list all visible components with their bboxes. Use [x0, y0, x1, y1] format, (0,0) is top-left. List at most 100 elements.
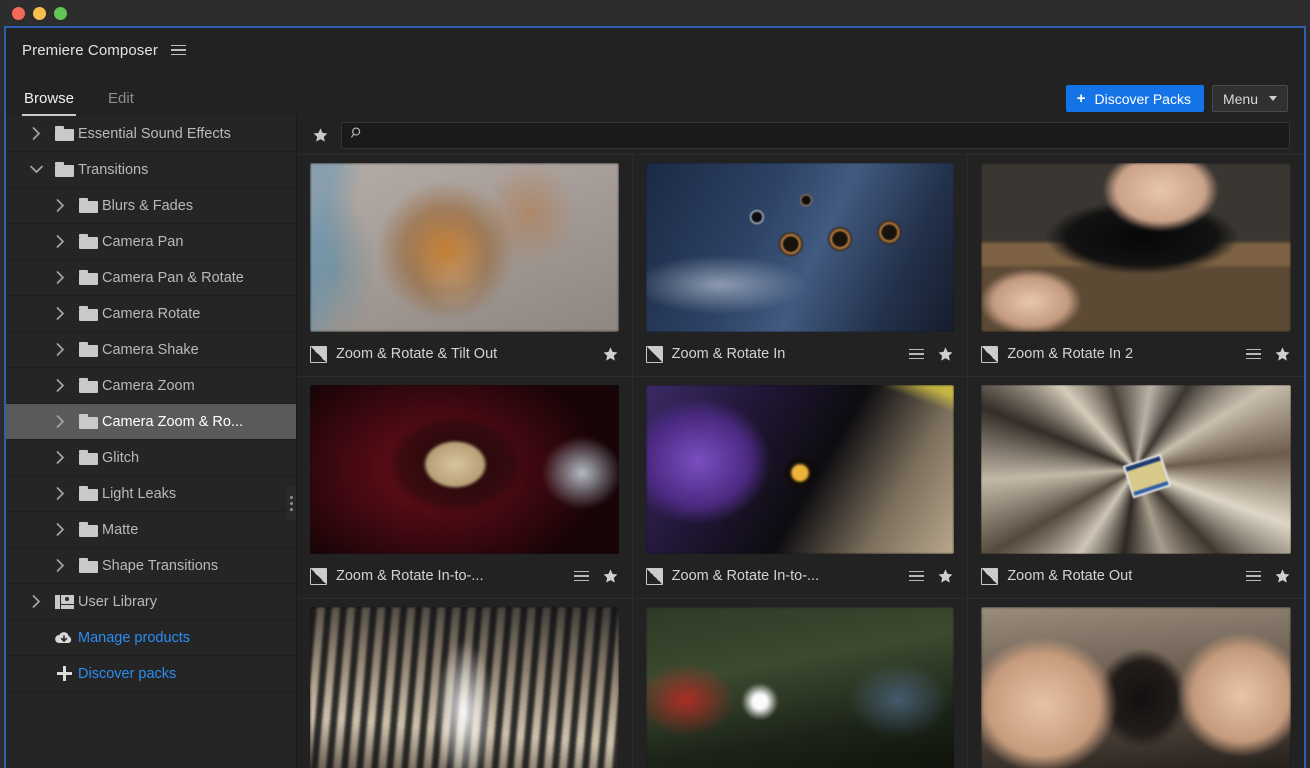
- hamburger-menu-icon[interactable]: [170, 42, 187, 59]
- sidebar-item-essential-sound-effects[interactable]: Essential Sound Effects: [6, 116, 296, 152]
- preset-caption: Zoom & Rotate Out: [981, 554, 1291, 598]
- preset-cell: [968, 599, 1304, 768]
- sidebar-item-manage-products[interactable]: Manage products: [6, 620, 296, 656]
- folder-tree: Essential Sound Effects Transitions Blurs …: [6, 116, 296, 692]
- preset-thumbnail[interactable]: [981, 607, 1291, 768]
- sidebar-item-camera-zoom[interactable]: Camera Zoom: [6, 368, 296, 404]
- folder-icon: [74, 342, 102, 357]
- tab-edit[interactable]: Edit: [106, 90, 136, 116]
- sidebar-item-camera-zoom-ro[interactable]: Camera Zoom & Ro...: [6, 404, 296, 440]
- preset-cell: Zoom & Rotate In-to-...: [632, 377, 969, 599]
- preset-cell: Zoom & Rotate In: [632, 155, 969, 377]
- preset-thumbnail[interactable]: [310, 163, 619, 332]
- chevron-right-icon[interactable]: [46, 415, 74, 428]
- drag-handle-icon[interactable]: [287, 486, 296, 520]
- preset-thumbnail[interactable]: [310, 607, 619, 768]
- list-menu-icon[interactable]: [909, 348, 925, 360]
- chevron-right-icon[interactable]: [46, 307, 74, 320]
- preset-square-icon[interactable]: [645, 567, 663, 585]
- sidebar-item-matte[interactable]: Matte: [6, 512, 296, 548]
- preset-caption: Zoom & Rotate In: [645, 332, 955, 376]
- preset-label: Zoom & Rotate & Tilt Out: [336, 346, 498, 362]
- favorite-star-icon[interactable]: [602, 568, 619, 585]
- tab-bar: Browse Edit + Discover Packs Menu: [6, 72, 1304, 116]
- preset-label: Zoom & Rotate Out: [1007, 568, 1133, 584]
- preset-thumbnail[interactable]: [645, 607, 955, 768]
- chevron-right-icon[interactable]: [46, 559, 74, 572]
- list-menu-icon[interactable]: [1245, 570, 1261, 582]
- sidebar-item-label: Discover packs: [78, 665, 177, 682]
- zoom-window-button[interactable]: [54, 6, 67, 20]
- chevron-right-icon[interactable]: [46, 235, 74, 248]
- preset-label: Zoom & Rotate In: [671, 346, 786, 362]
- folder-icon: [74, 486, 102, 501]
- chevron-right-icon[interactable]: [46, 487, 74, 500]
- tab-browse[interactable]: Browse: [22, 90, 77, 116]
- preset-actions: [573, 568, 619, 585]
- favorite-star-icon[interactable]: [1274, 568, 1291, 585]
- list-menu-icon[interactable]: [909, 570, 925, 582]
- list-menu-icon[interactable]: [573, 570, 589, 582]
- preset-square-icon[interactable]: [310, 345, 327, 363]
- sidebar-item-light-leaks[interactable]: Light Leaks: [6, 476, 296, 512]
- favorite-star-icon[interactable]: [1274, 346, 1291, 363]
- preset-caption: Zoom & Rotate In-to-...: [310, 554, 619, 598]
- preset-square-icon[interactable]: [981, 345, 999, 363]
- sidebar-item-blurs-fades[interactable]: Blurs & Fades: [6, 188, 296, 224]
- menu-label: Menu: [1222, 90, 1258, 107]
- plus-icon: [50, 665, 78, 682]
- favorite-star-icon[interactable]: [602, 346, 619, 363]
- sidebar-item-glitch[interactable]: Glitch: [6, 440, 296, 476]
- sidebar-item-discover-packs[interactable]: Discover packs: [6, 656, 296, 692]
- chevron-right-icon[interactable]: [46, 379, 74, 392]
- close-window-button[interactable]: [12, 6, 25, 20]
- preset-thumbnail[interactable]: [981, 163, 1291, 332]
- panel-body: Essential Sound Effects Transitions Blurs …: [6, 116, 1304, 768]
- sidebar-item-camera-rotate[interactable]: Camera Rotate: [6, 296, 296, 332]
- preset-thumbnail[interactable]: [981, 385, 1291, 554]
- search-input-wrapper[interactable]: [341, 121, 1290, 149]
- sidebar-item-label: Manage products: [78, 629, 191, 646]
- chevron-right-icon[interactable]: [22, 595, 50, 608]
- preset-thumbnail[interactable]: [310, 385, 619, 554]
- sidebar-item-label: Camera Shake: [102, 341, 199, 358]
- list-menu-icon[interactable]: [1245, 348, 1261, 360]
- star-icon[interactable]: [309, 124, 331, 146]
- preset-caption: Zoom & Rotate & Tilt Out: [310, 332, 619, 376]
- preset-cell: [633, 599, 969, 768]
- preset-square-icon[interactable]: [981, 567, 999, 585]
- chevron-right-icon[interactable]: [46, 199, 74, 212]
- search-bar: [297, 116, 1304, 154]
- preset-grid: Zoom & Rotate & Tilt Out Zoom & Rotate In…: [297, 154, 1304, 768]
- favorite-star-icon[interactable]: [937, 346, 954, 363]
- chevron-right-icon[interactable]: [46, 451, 74, 464]
- sidebar-item-transitions[interactable]: Transitions: [6, 152, 296, 188]
- preset-square-icon[interactable]: [645, 345, 663, 363]
- chevron-down-icon[interactable]: [22, 165, 50, 174]
- sidebar-item-camera-pan[interactable]: Camera Pan: [6, 224, 296, 260]
- chevron-right-icon[interactable]: [22, 127, 50, 140]
- discover-packs-button[interactable]: + Discover Packs: [1065, 85, 1204, 112]
- folder-icon: [74, 270, 102, 285]
- sidebar-item-camera-shake[interactable]: Camera Shake: [6, 332, 296, 368]
- folder-icon: [74, 378, 102, 393]
- sidebar-item-shape-transitions[interactable]: Shape Transitions: [6, 548, 296, 584]
- library-icon: [50, 594, 78, 610]
- preset-caption: Zoom & Rotate In 2: [981, 332, 1291, 376]
- sidebar-item-camera-pan-rotate[interactable]: Camera Pan & Rotate: [6, 260, 296, 296]
- sidebar-item-label: Light Leaks: [102, 485, 177, 502]
- folder-icon: [74, 306, 102, 321]
- preset-thumbnail[interactable]: [645, 385, 955, 554]
- chevron-right-icon[interactable]: [46, 271, 74, 284]
- chevron-right-icon[interactable]: [46, 343, 74, 356]
- sidebar-item-user-library[interactable]: User Library: [6, 584, 296, 620]
- minimize-window-button[interactable]: [33, 6, 46, 20]
- preset-actions: [602, 346, 619, 363]
- preset-square-icon[interactable]: [310, 567, 327, 585]
- plus-icon: +: [1076, 90, 1086, 107]
- chevron-right-icon[interactable]: [46, 523, 74, 536]
- menu-button[interactable]: Menu: [1211, 85, 1288, 112]
- favorite-star-icon[interactable]: [937, 568, 954, 585]
- preset-thumbnail[interactable]: [645, 163, 955, 332]
- search-input[interactable]: [371, 127, 1281, 143]
